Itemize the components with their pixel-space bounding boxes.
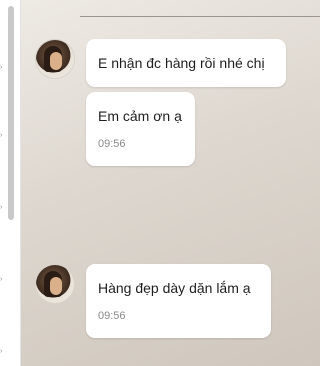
message-bubble[interactable]: Em cảm ơn ạ 09:56 <box>86 92 195 166</box>
avatar-image <box>50 277 62 295</box>
message-text: Hàng đẹp dày dặn lắm ạ <box>98 280 251 296</box>
list-edge-marker: › <box>0 276 3 283</box>
message-time: 09:56 <box>98 310 126 322</box>
message-text: E nhận đc hàng rồi nhé chị <box>98 55 265 71</box>
conversation-list-panel: › › › › › <box>0 0 21 366</box>
list-edge-marker: › <box>0 64 3 71</box>
message-bubble[interactable]: E nhận đc hàng rồi nhé chị <box>86 39 286 87</box>
sender-avatar[interactable] <box>36 40 74 78</box>
chat-window: › › › › › E nhận đc hàng rồi nhé chị Em … <box>0 0 320 366</box>
list-edge-marker: › <box>0 348 3 355</box>
scrollbar[interactable] <box>8 6 14 220</box>
list-edge-marker: › <box>0 132 3 139</box>
sender-avatar[interactable] <box>36 265 74 303</box>
message-text: Em cảm ơn ạ <box>98 108 182 124</box>
date-divider <box>80 16 320 17</box>
list-edge-marker: › <box>0 204 3 211</box>
message-time: 09:56 <box>98 138 126 150</box>
message-bubble[interactable]: Hàng đẹp dày dặn lắm ạ 09:56 <box>86 264 271 338</box>
avatar-image <box>50 52 62 70</box>
